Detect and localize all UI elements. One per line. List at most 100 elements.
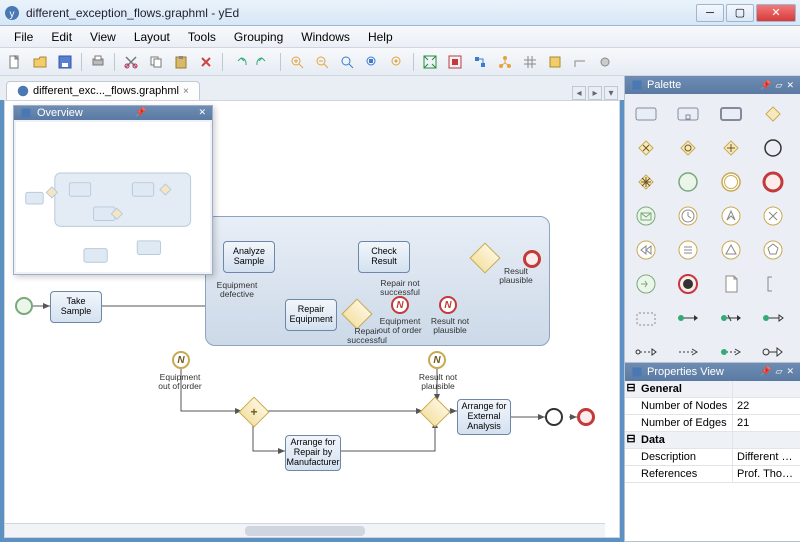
menu-grouping[interactable]: Grouping — [226, 28, 291, 46]
palette-conditional-event[interactable] — [673, 236, 703, 264]
palette-gateway-o[interactable] — [673, 134, 703, 162]
canvas-viewport[interactable]: Overview 📌 ✕ — [4, 100, 620, 538]
paste-icon[interactable] — [170, 51, 192, 73]
props-group-general[interactable]: ⊟General — [625, 381, 800, 398]
palette-signal-event[interactable] — [716, 236, 746, 264]
start-event[interactable] — [15, 297, 33, 315]
palette-pin-icon[interactable]: 📌 — [760, 80, 771, 91]
tab-next-icon[interactable]: ▸ — [588, 86, 602, 100]
props-group-data[interactable]: ⊟Data — [625, 432, 800, 449]
palette-gateway-x[interactable] — [631, 134, 661, 162]
palette-msg-flow[interactable] — [631, 338, 661, 362]
menu-tools[interactable]: Tools — [180, 28, 224, 46]
palette-intermediate-event[interactable] — [716, 168, 746, 196]
delete-icon[interactable] — [195, 51, 217, 73]
settings-icon[interactable] — [594, 51, 616, 73]
fit-content-icon[interactable] — [419, 51, 441, 73]
props-row-references[interactable]: ReferencesProf. Thomas Allwe... — [625, 466, 800, 483]
overview-pin-icon[interactable]: 📌 — [135, 107, 146, 118]
palette-end-event[interactable] — [758, 168, 788, 196]
end-event-main[interactable] — [577, 408, 595, 426]
task-analyze-sample[interactable]: AnalyzeSample — [223, 241, 275, 273]
task-arrange-manufacturer[interactable]: Arrange forRepair byManufacturer — [285, 435, 341, 471]
menu-file[interactable]: File — [6, 28, 41, 46]
palette-start-event[interactable] — [673, 168, 703, 196]
overview-close-icon[interactable]: ✕ — [198, 107, 206, 118]
palette-assoc[interactable] — [673, 338, 703, 362]
palette-cancel-event[interactable] — [758, 202, 788, 230]
palette-multiple-event[interactable] — [758, 236, 788, 264]
palette-task[interactable] — [631, 100, 661, 128]
intermediate-event-equipment[interactable]: N — [391, 296, 409, 314]
boundary-event-result[interactable]: N — [428, 351, 446, 369]
undo-icon[interactable] — [228, 51, 250, 73]
cut-icon[interactable] — [120, 51, 142, 73]
tab-menu-icon[interactable]: ▾ — [604, 86, 618, 100]
palette-seq-flow[interactable] — [673, 304, 703, 332]
task-arrange-external[interactable]: Arrange forExternalAnalysis — [457, 399, 511, 435]
palette-close-icon[interactable]: ✕ — [786, 80, 794, 91]
close-button[interactable]: ✕ — [756, 4, 796, 22]
menu-windows[interactable]: Windows — [293, 28, 358, 46]
palette-circle[interactable] — [758, 134, 788, 162]
palette-default-flow[interactable] — [716, 304, 746, 332]
palette-terminate-event[interactable] — [673, 270, 703, 298]
task-repair-equipment[interactable]: RepairEquipment — [285, 299, 337, 331]
palette-gateway-plus[interactable] — [716, 134, 746, 162]
palette-group-rect[interactable] — [631, 304, 661, 332]
menu-help[interactable]: Help — [360, 28, 401, 46]
gateway-end-merge[interactable] — [545, 408, 563, 426]
fit-selection-icon[interactable] — [444, 51, 466, 73]
redo-icon[interactable] — [253, 51, 275, 73]
palette-cond-flow[interactable] — [758, 304, 788, 332]
palette-link-event[interactable] — [631, 270, 661, 298]
layout-run-icon[interactable] — [469, 51, 491, 73]
save-file-icon[interactable] — [54, 51, 76, 73]
props-min-icon[interactable]: ▱ — [776, 366, 783, 377]
overview-panel[interactable]: Overview 📌 ✕ — [13, 105, 213, 275]
menu-view[interactable]: View — [82, 28, 124, 46]
palette-open-arrow[interactable] — [758, 338, 788, 362]
palette-annotation[interactable] — [758, 270, 788, 298]
zoom-in-icon[interactable] — [286, 51, 308, 73]
props-row-nodes[interactable]: Number of Nodes22 — [625, 398, 800, 415]
palette-gateway[interactable] — [758, 100, 788, 128]
palette-min-icon[interactable]: ▱ — [776, 80, 783, 91]
palette-compensation-event[interactable] — [631, 236, 661, 264]
neighborhood-icon[interactable] — [494, 51, 516, 73]
palette-callactivity[interactable] — [716, 100, 746, 128]
print-icon[interactable] — [87, 51, 109, 73]
maximize-button[interactable]: ▢ — [726, 4, 754, 22]
task-take-sample[interactable]: TakeSample — [50, 291, 102, 323]
intermediate-event-result[interactable]: N — [439, 296, 457, 314]
props-row-edges[interactable]: Number of Edges21 — [625, 415, 800, 432]
props-row-description[interactable]: DescriptionDifferent exceptio... — [625, 449, 800, 466]
tab-prev-icon[interactable]: ◂ — [572, 86, 586, 100]
minimize-button[interactable]: ─ — [696, 4, 724, 22]
palette-timer-event[interactable] — [673, 202, 703, 230]
open-file-icon[interactable] — [29, 51, 51, 73]
props-pin-icon[interactable]: 📌 — [760, 366, 771, 377]
copy-icon[interactable] — [145, 51, 167, 73]
zoom-sel-icon[interactable] — [361, 51, 383, 73]
menu-layout[interactable]: Layout — [126, 28, 178, 46]
new-file-icon[interactable] — [4, 51, 26, 73]
boundary-event-equipment[interactable]: N — [172, 351, 190, 369]
palette-gateway-star[interactable] — [631, 168, 661, 196]
grid-icon[interactable] — [519, 51, 541, 73]
horizontal-scrollbar[interactable] — [5, 523, 605, 537]
palette-subprocess[interactable] — [673, 100, 703, 128]
orthogonal-icon[interactable] — [569, 51, 591, 73]
palette-escalation-event[interactable] — [716, 202, 746, 230]
overview-body[interactable] — [16, 122, 210, 273]
palette-dir-assoc[interactable] — [716, 338, 746, 362]
task-check-result[interactable]: CheckResult — [358, 241, 410, 273]
menu-edit[interactable]: Edit — [43, 28, 80, 46]
palette-message-event[interactable] — [631, 202, 661, 230]
zoom-reset-icon[interactable] — [336, 51, 358, 73]
zoom-out-icon[interactable] — [311, 51, 333, 73]
props-close-icon[interactable]: ✕ — [786, 366, 794, 377]
zoom-custom-icon[interactable] — [386, 51, 408, 73]
palette-data-object[interactable] — [716, 270, 746, 298]
tab-close-icon[interactable]: × — [183, 86, 189, 97]
